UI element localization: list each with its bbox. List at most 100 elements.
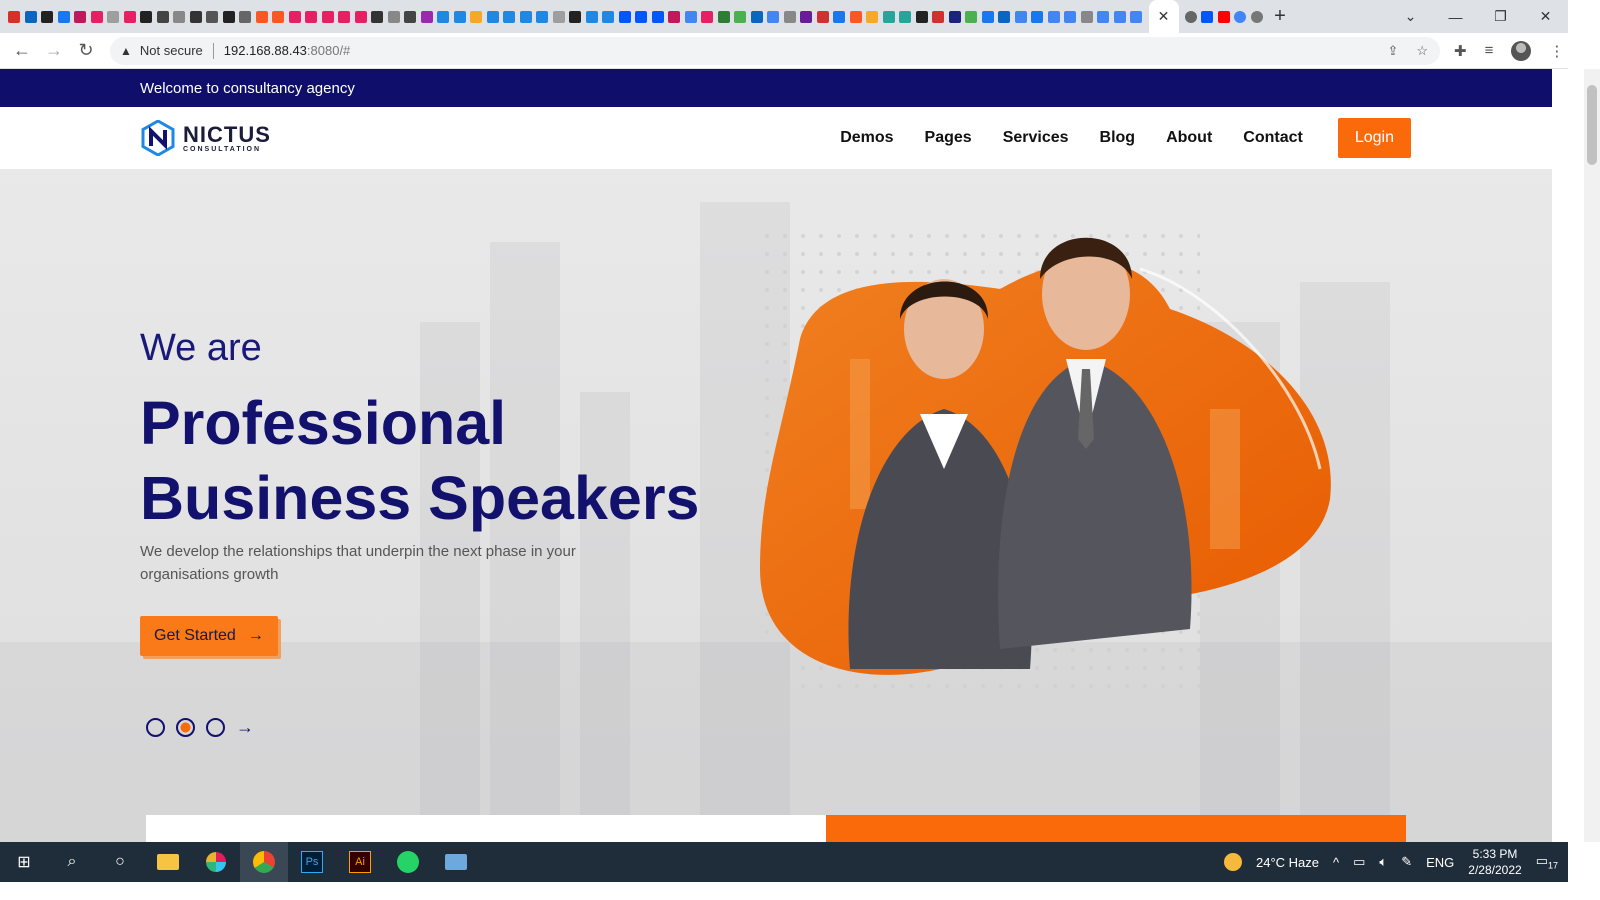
get-started-button[interactable]: Get Started → [140, 616, 278, 656]
tab-favicon[interactable] [1062, 0, 1079, 33]
tab-favicon[interactable] [89, 0, 106, 33]
nav-about[interactable]: About [1166, 129, 1212, 147]
nav-contact[interactable]: Contact [1243, 129, 1303, 147]
forward-icon[interactable]: → [38, 40, 70, 61]
tab-favicon[interactable] [155, 0, 172, 33]
tab-favicon[interactable] [204, 0, 221, 33]
tab-favicon[interactable] [633, 0, 650, 33]
tab-favicon[interactable] [122, 0, 139, 33]
back-icon[interactable]: ← [6, 40, 38, 61]
tab-favicon[interactable] [485, 0, 502, 33]
tab-favicon[interactable] [947, 0, 964, 33]
tab-favicon[interactable] [815, 0, 832, 33]
tab-favicon[interactable] [584, 0, 601, 33]
tab-favicon[interactable] [188, 0, 205, 33]
login-button[interactable]: Login [1337, 118, 1411, 158]
tab-favicon[interactable] [567, 0, 584, 33]
whatsapp-icon[interactable] [384, 842, 432, 882]
site-logo[interactable]: NICTUS CONSULTATION [141, 120, 271, 156]
tab-favicon[interactable] [996, 0, 1013, 33]
tab-favicon[interactable] [831, 0, 848, 33]
windows-start-icon[interactable]: ⊞ [0, 842, 48, 882]
tab-favicon[interactable] [699, 0, 716, 33]
tab-favicon[interactable] [551, 0, 568, 33]
tab-favicon[interactable] [270, 0, 287, 33]
tab-favicon[interactable] [518, 0, 535, 33]
weather-icon[interactable] [1223, 853, 1242, 871]
tab-favicon[interactable] [1232, 0, 1249, 33]
slider-dot-3[interactable] [206, 718, 225, 737]
slider-dot-2[interactable] [176, 718, 195, 737]
tab-favicon[interactable] [56, 0, 73, 33]
tab-favicon[interactable] [23, 0, 40, 33]
tab-favicon[interactable] [237, 0, 254, 33]
tab-favicon[interactable] [501, 0, 518, 33]
tab-favicon[interactable] [963, 0, 980, 33]
volume-icon[interactable]: 🔈︎ [1379, 854, 1387, 870]
tab-favicon[interactable] [782, 0, 799, 33]
tab-favicon[interactable] [716, 0, 733, 33]
tab-favicon[interactable] [452, 0, 469, 33]
network-icon[interactable]: ▭ [1353, 854, 1365, 870]
tab-favicon[interactable] [1095, 0, 1112, 33]
nav-blog[interactable]: Blog [1100, 129, 1136, 147]
tab-favicon[interactable] [171, 0, 188, 33]
tab-favicon[interactable] [320, 0, 337, 33]
slack-icon[interactable] [192, 842, 240, 882]
tab-favicon[interactable] [1112, 0, 1129, 33]
tab-favicon[interactable] [798, 0, 815, 33]
language-indicator[interactable]: ENG [1426, 855, 1454, 870]
url-host[interactable]: 192.168.88.43 [224, 43, 307, 58]
app-window-icon[interactable] [432, 842, 480, 882]
tab-favicon[interactable] [221, 0, 238, 33]
tab-favicon[interactable] [1216, 0, 1233, 33]
share-icon[interactable]: ⇪ [1387, 43, 1398, 59]
tab-favicon[interactable] [1079, 0, 1096, 33]
nav-services[interactable]: Services [1003, 129, 1069, 147]
slider-next-icon[interactable]: → [236, 717, 254, 738]
tab-favicon[interactable] [39, 0, 56, 33]
active-tab[interactable]: ✕ [1148, 0, 1179, 33]
close-tab-icon[interactable]: ✕ [1158, 8, 1170, 25]
file-explorer-icon[interactable] [144, 842, 192, 882]
profile-avatar[interactable] [1511, 40, 1532, 61]
nav-pages[interactable]: Pages [925, 129, 972, 147]
tab-favicon[interactable] [914, 0, 931, 33]
extensions-puzzle-icon[interactable]: ✚ [1454, 42, 1467, 60]
tab-favicon[interactable] [1128, 0, 1145, 33]
tab-favicon[interactable] [666, 0, 683, 33]
tab-favicon[interactable] [402, 0, 419, 33]
minimize-button[interactable]: — [1433, 0, 1478, 33]
tab-favicon[interactable] [72, 0, 89, 33]
tab-favicon[interactable] [534, 0, 551, 33]
media-control-icon[interactable]: ≡ [1485, 42, 1494, 59]
reload-icon[interactable]: ↻ [70, 40, 102, 61]
tray-expand-icon[interactable]: ^ [1333, 855, 1339, 870]
tab-favicon[interactable] [749, 0, 766, 33]
tab-favicon[interactable] [1183, 0, 1200, 33]
tab-favicon[interactable] [732, 0, 749, 33]
tab-favicon[interactable] [765, 0, 782, 33]
omnibox[interactable]: ▲ Not secure 192.168.88.43 :8080/# ⇪ ☆ [110, 36, 1440, 65]
scrollbar-thumb[interactable] [1587, 85, 1597, 165]
pen-icon[interactable]: ✎ [1401, 854, 1412, 870]
menu-kebab-icon[interactable]: ⋮ [1549, 42, 1564, 60]
tab-favicon[interactable] [683, 0, 700, 33]
tab-favicon[interactable] [980, 0, 997, 33]
tab-favicon[interactable] [287, 0, 304, 33]
tab-favicon[interactable] [1029, 0, 1046, 33]
tab-favicon[interactable] [419, 0, 436, 33]
bookmark-star-icon[interactable]: ☆ [1416, 43, 1428, 59]
tab-favicon[interactable] [468, 0, 485, 33]
tab-favicon[interactable] [303, 0, 320, 33]
tab-favicon[interactable] [864, 0, 881, 33]
tab-favicon[interactable] [617, 0, 634, 33]
tab-favicon[interactable] [353, 0, 370, 33]
cortana-icon[interactable]: ○ [96, 842, 144, 882]
weather-text[interactable]: 24°C Haze [1256, 855, 1319, 870]
tab-favicon[interactable] [369, 0, 386, 33]
nav-demos[interactable]: Demos [840, 129, 893, 147]
restore-button[interactable]: ❐ [1478, 0, 1523, 33]
photoshop-icon[interactable]: Ps [288, 842, 336, 882]
tab-favicon[interactable] [254, 0, 271, 33]
